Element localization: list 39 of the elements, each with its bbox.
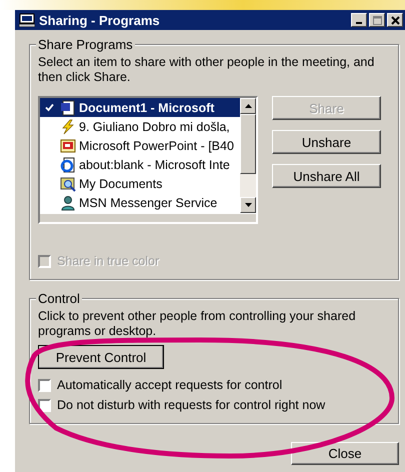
checkbox-label: Do not disturb with requests for control right now: [57, 398, 326, 412]
group-title: Share Programs: [36, 37, 135, 52]
document-icon: [60, 100, 76, 116]
presentation-icon: [60, 138, 76, 154]
check-mark-icon: [44, 103, 54, 112]
close-button[interactable]: [387, 13, 403, 27]
list-item[interactable]: MSN Messenger Service: [40, 193, 240, 212]
maximize-icon: [372, 16, 382, 24]
list-item[interactable]: My Documents: [40, 174, 240, 193]
folder-magnifier-icon: [60, 176, 76, 192]
close-icon: [390, 16, 400, 24]
horizontal-scrollbar[interactable]: [40, 213, 256, 222]
close-button[interactable]: Close: [291, 442, 399, 465]
unshare-all-button[interactable]: Unshare All: [272, 164, 381, 188]
list-item[interactable]: about:blank - Microsoft Inte: [40, 155, 240, 174]
description-text: Click to prevent other people from controlling your shared programs or desktop.: [38, 309, 357, 339]
scroll-up-button[interactable]: [240, 98, 256, 114]
instructions-text: Select an item to share with other people in the meeting, and then click Share.: [38, 55, 376, 85]
checkbox[interactable]: [38, 398, 51, 412]
checkbox-label: Automatically accept requests for control: [57, 378, 282, 392]
scroll-down-button[interactable]: [240, 197, 256, 213]
window-title: Sharing - Programs: [39, 12, 161, 28]
list-item[interactable]: Document1 - Microsoft: [40, 98, 240, 117]
unshare-button[interactable]: Unshare: [272, 130, 381, 154]
scroll-thumb[interactable]: [240, 114, 256, 174]
lightning-icon: [60, 118, 76, 134]
group-title: Control: [36, 291, 82, 306]
list-item[interactable]: Microsoft PowerPoint - [B40: [40, 136, 240, 155]
minimize-button[interactable]: [351, 13, 367, 27]
monitor-icon: [19, 13, 35, 27]
maximize-button[interactable]: [369, 13, 385, 27]
people-icon: [60, 194, 76, 210]
list-item[interactable]: 9. Giuliano Dobro mi došla,: [40, 117, 240, 136]
prevent-control-button[interactable]: Prevent Control: [38, 345, 164, 369]
down-arrow-icon: [244, 203, 252, 207]
vertical-scrollbar[interactable]: [240, 98, 256, 213]
globe-page-icon: [60, 156, 76, 172]
up-arrow-icon: [244, 104, 252, 108]
checkbox[interactable]: [38, 378, 51, 392]
